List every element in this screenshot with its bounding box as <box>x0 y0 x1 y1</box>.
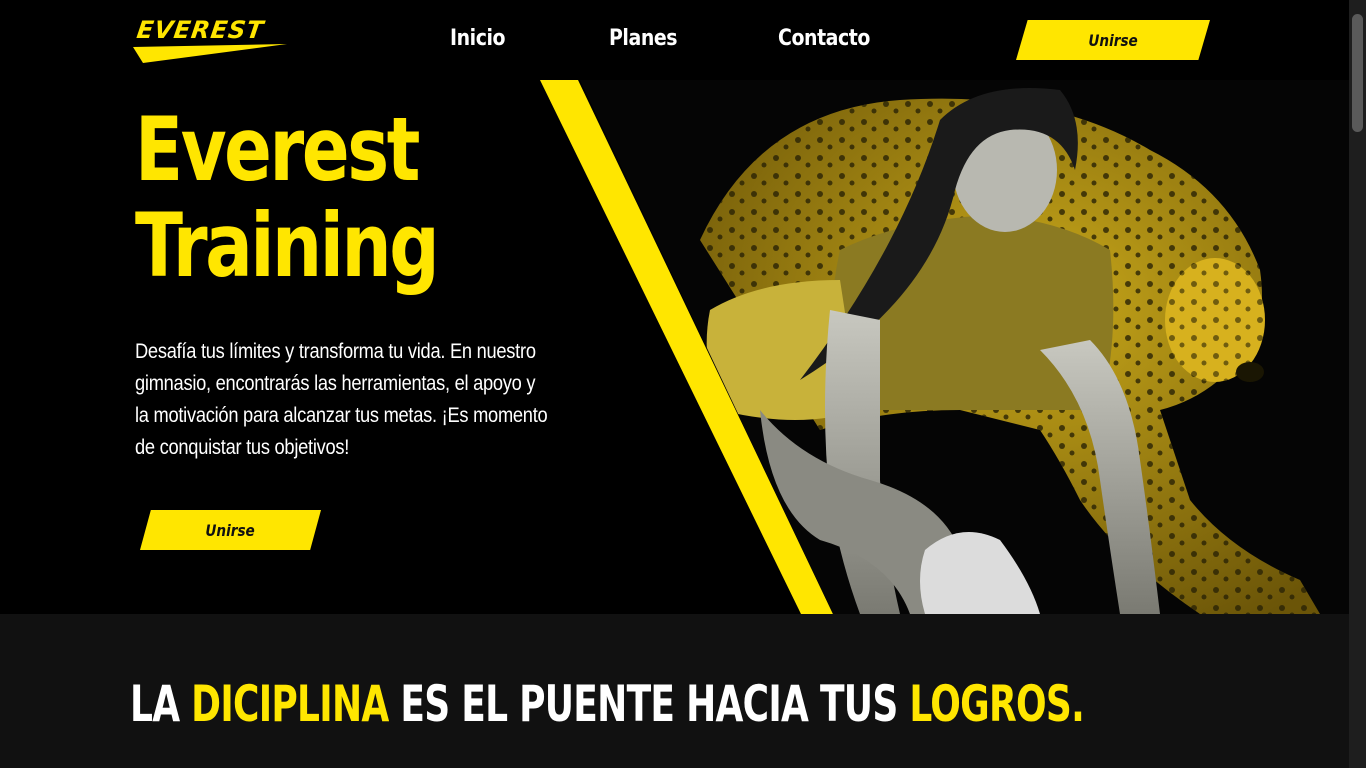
hero-title: Everest Training <box>135 102 440 297</box>
hero-title-line2: Training <box>135 194 440 297</box>
slogan-highlight-diciplina: DICIPLINA <box>191 675 389 733</box>
header-join-label: Unirse <box>1088 30 1138 50</box>
slogan-part2: ES EL PUENTE HACIA TUS <box>388 675 910 733</box>
site-header: EVEREST Inicio Planes Contacto Unirse <box>0 0 1349 80</box>
page: EVEREST Inicio Planes Contacto Unirse Ev… <box>0 0 1349 768</box>
slogan-section: LA DICIPLINA ES EL PUENTE HACIA TUS LOGR… <box>0 614 1349 768</box>
nav-link-planes[interactable]: Planes <box>609 26 678 51</box>
hero-join-label: Unirse <box>205 520 256 540</box>
scrollbar-thumb[interactable] <box>1352 14 1363 132</box>
logo-swoosh-icon <box>133 44 287 63</box>
hero-description: Desafía tus límites y transforma tu vida… <box>135 340 548 459</box>
logo-text: EVEREST <box>135 16 266 44</box>
page-scrollbar[interactable] <box>1349 0 1366 768</box>
nav-link-contacto[interactable]: Contacto <box>778 26 870 51</box>
slogan-heading: LA DICIPLINA ES EL PUENTE HACIA TUS LOGR… <box>130 675 1085 733</box>
header-join-button[interactable]: Unirse <box>1016 20 1210 60</box>
hero-title-line1: Everest <box>135 98 420 201</box>
hero-section: Everest Training Desafía tus límites y t… <box>0 80 1349 614</box>
slogan-part1: LA <box>130 675 192 733</box>
everest-logo[interactable]: EVEREST <box>133 16 289 64</box>
nav-link-inicio[interactable]: Inicio <box>450 26 506 51</box>
slogan-highlight-logros: LOGROS. <box>909 675 1085 733</box>
hero-join-button[interactable]: Unirse <box>140 510 321 550</box>
